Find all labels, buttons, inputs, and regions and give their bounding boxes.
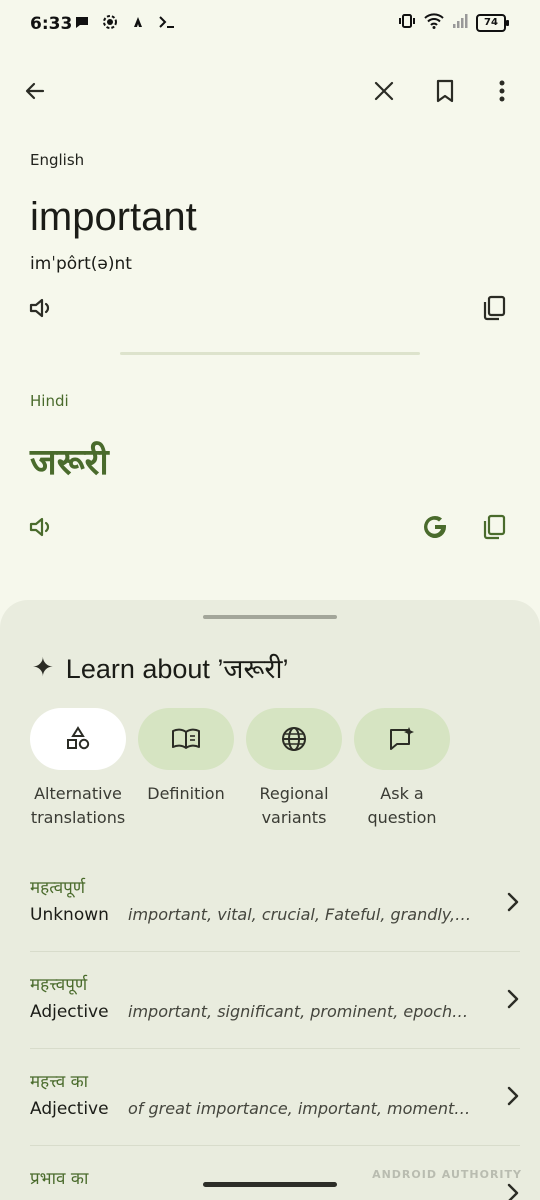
settings-notification-icon [102,14,118,34]
list-item[interactable]: महत्वपूर्ण Unknown important, vital, cru… [30,855,520,952]
chip-label: Alternative translations [30,784,126,827]
watermark: ANDROID AUTHORITY [372,1168,522,1181]
chip-definition[interactable]: Definition [132,708,240,806]
source-copy-button[interactable] [474,288,514,328]
list-item[interactable]: महत्त्व का Adjective of great importance… [30,1049,520,1146]
back-button[interactable] [15,71,55,111]
alt-word: महत्त्वपूर्ण [30,975,88,995]
translated-text[interactable]: जरूरी [30,436,109,485]
part-of-speech: Adjective [30,1099,109,1119]
source-language-label: English [30,151,85,169]
chip-label: Ask a question [367,784,437,827]
alt-word: प्रभाव का [30,1169,89,1189]
signal-icon [452,13,468,33]
source-pronunciation: imˈpôrt(ə)nt [30,254,132,274]
source-text[interactable]: important [30,195,197,240]
alt-word: महत्त्व का [30,1072,89,1092]
chevron-right-icon [507,1086,519,1106]
chip-ask-a-question[interactable]: Ask a question [348,708,456,830]
back-translations: important, significant, prominent, epoch… [128,1002,475,1021]
target-copy-button[interactable] [474,507,514,547]
speaker-icon [29,298,50,318]
status-bar: 6:33 74 [0,0,540,48]
learn-about-title: Learn about ’जरूरी’ [65,654,289,684]
chat-sparkle-icon [390,727,414,750]
target-language-label: Hindi [30,392,69,410]
alt-word: महत्वपूर्ण [30,878,86,898]
more-vert-icon [499,80,505,102]
notification-icons [74,14,176,34]
vibrate-icon [398,13,416,33]
top-app-bar [0,66,540,116]
book-icon [172,728,200,749]
chip-alternative-translations[interactable]: Alternative translations [24,708,132,830]
chevron-right-icon [507,989,519,1009]
sparkle-icon: ✦ [32,652,54,682]
chip-label: Definition [147,784,225,803]
close-icon [374,81,394,101]
learn-about-heading: ✦ Learn about ’जरूरी’ [32,649,288,686]
system-status-icons: 74 [398,13,509,33]
chip-label: Regional variants [259,784,329,827]
section-divider [120,352,420,355]
chevron-right-icon [507,1183,519,1200]
clear-button[interactable] [364,71,404,111]
wifi-icon [424,13,444,33]
sheet-drag-handle[interactable] [203,615,337,619]
chevron-right-icon [507,892,519,912]
copy-icon [483,514,506,540]
back-translations: important, vital, crucial, Fateful, gran… [128,905,475,924]
arrow-back-icon [25,82,45,100]
google-search-button[interactable] [415,507,455,547]
globe-icon [282,727,306,751]
learn-bottom-sheet: ✦ Learn about ’जरूरी’ Alternative transl… [0,600,540,1200]
speaker-icon [29,517,50,537]
battery-icon: 74 [476,14,509,32]
status-time: 6:33 [30,14,73,34]
chat-notification-icon [74,14,90,34]
gesture-nav-handle[interactable] [203,1182,337,1187]
source-listen-button[interactable] [22,288,62,328]
save-button[interactable] [425,71,465,111]
copy-icon [483,295,506,321]
bookmark-icon [436,79,454,103]
target-listen-button[interactable] [22,507,62,547]
chip-regional-variants[interactable]: Regional variants [240,708,348,830]
terminal-notification-icon [158,14,176,34]
shapes-icon [67,726,90,750]
google-g-icon [424,515,446,538]
translate-screen: 6:33 74 English important imˈpôrt(ə)nt H… [0,0,540,1200]
alternative-translations-list: महत्वपूर्ण Unknown important, vital, cru… [0,855,540,1200]
back-translations: of great importance, important, momento.… [128,1099,475,1118]
more-options-button[interactable] [482,71,522,111]
part-of-speech: Adjective [30,1002,109,1022]
learn-chips: Alternative translations Definition Regi… [30,708,510,838]
app-notification-icon [130,14,146,34]
list-item[interactable]: महत्त्वपूर्ण Adjective important, signif… [30,952,520,1049]
part-of-speech: Unknown [30,905,109,925]
